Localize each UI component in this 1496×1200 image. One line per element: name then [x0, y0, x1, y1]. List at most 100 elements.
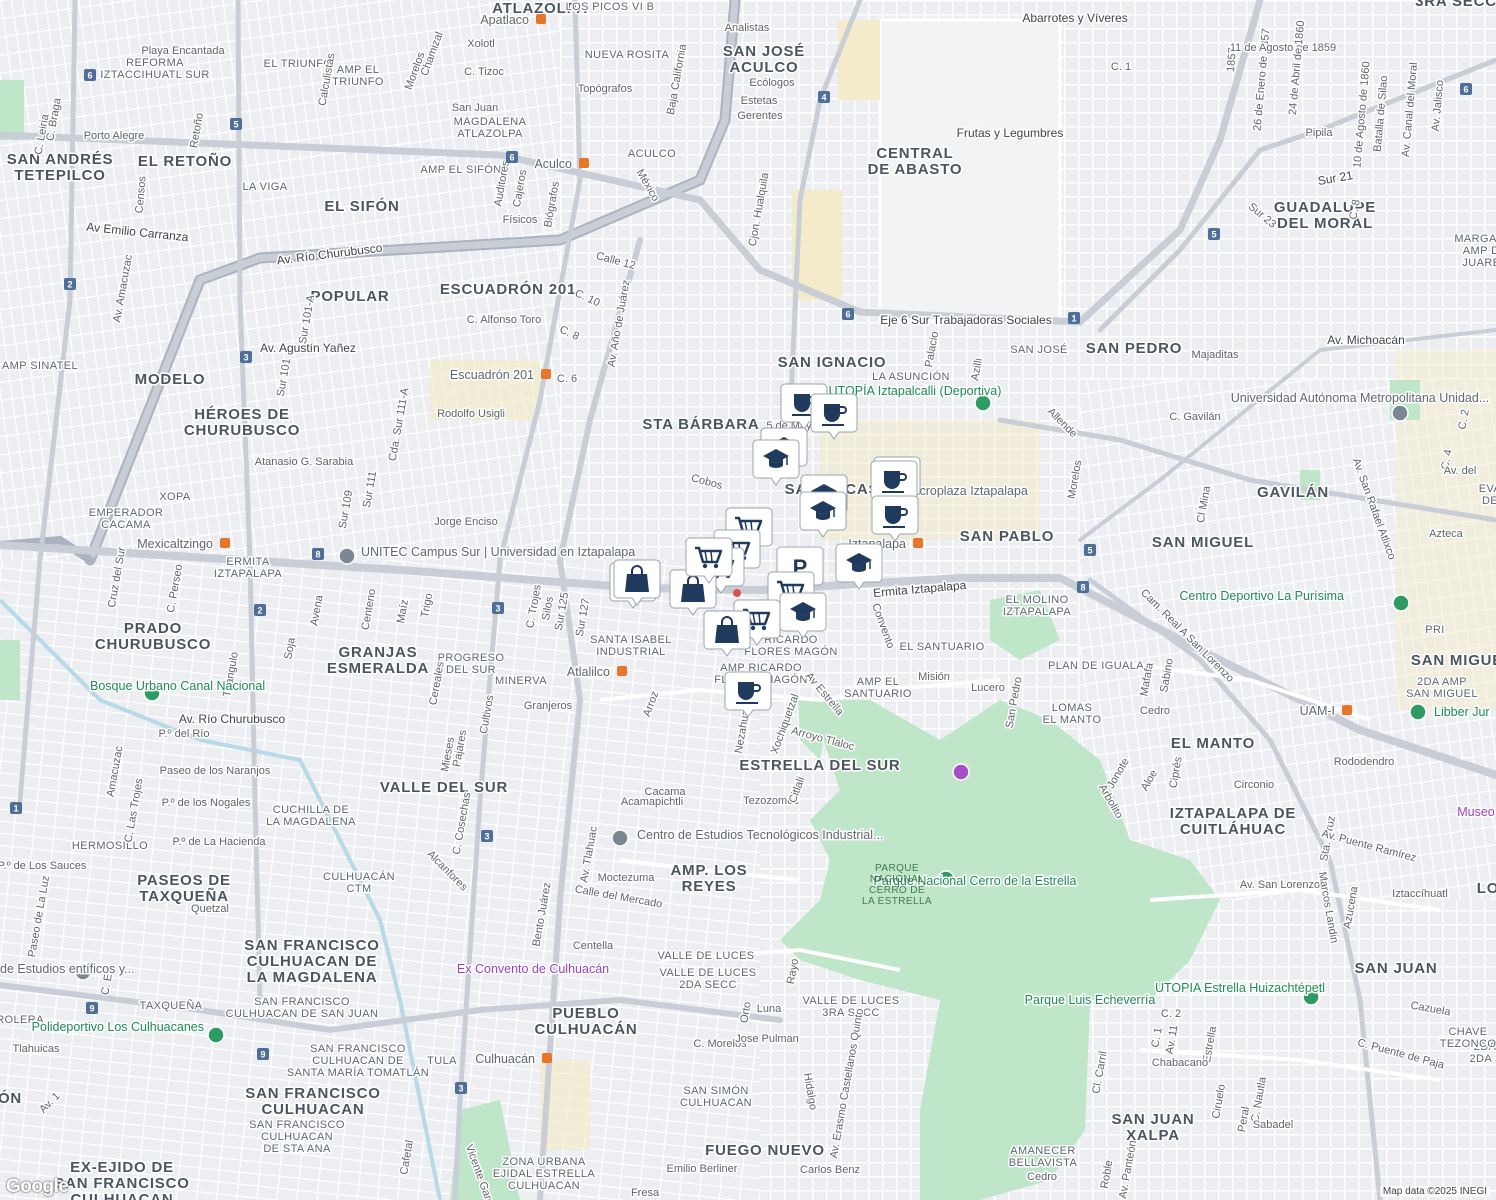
school-label[interactable]: UNITEC Campus Sur | Universidad en Iztap… [360, 544, 637, 561]
street-label: Frutas y Legumbres [957, 126, 1064, 140]
neighborhood-fuego-nuevo: FUEGO NUEVO [705, 1142, 825, 1159]
street-label: Rodolfo Usigli [437, 408, 505, 420]
street-label: Misión [918, 671, 950, 683]
street-label: Rododendro [1334, 756, 1395, 768]
metro-icon[interactable] [913, 538, 923, 548]
neighborhood-popular: POPULAR [311, 288, 390, 305]
google-logo: Google [6, 1176, 69, 1197]
map-attribution[interactable]: Map data ©2025 INEGI [1379, 1186, 1490, 1197]
svg-text:2: 2 [257, 606, 262, 616]
metro-icon[interactable] [536, 14, 546, 24]
neighborhood-on: ÓN [0, 1089, 22, 1107]
street-label: Av. del [1444, 465, 1477, 477]
street-label: Atanasio G. Sarabia [255, 456, 354, 468]
street-label: P.º de los Nogales [162, 797, 251, 809]
school-label[interactable]: Universidad Autónoma Metropolitana Unida… [1229, 390, 1490, 407]
area-label: XOPA [159, 491, 191, 503]
area-label: AMANECER BELLAVISTA [1009, 1145, 1078, 1169]
route-shield: 9 [257, 1048, 269, 1060]
map-canvas[interactable]: ATLAZOLPASAN JOSÉ ACULCOCENTRAL DE ABASTOS… [0, 0, 1496, 1200]
area-label: ZONA URBANA EJIDAL ESTRELLA CULHUACAN [493, 1156, 595, 1192]
marker-pin[interactable] [871, 495, 919, 542]
area-label: SANTA ISABEL INDUSTRIAL [590, 634, 672, 658]
marker-pin[interactable] [703, 610, 751, 657]
marker-pin[interactable] [685, 537, 733, 584]
metro-station-label[interactable]: UAM-I [1298, 703, 1336, 720]
street-label: Jorge Enciso [434, 516, 498, 528]
location-dot[interactable] [733, 589, 741, 597]
area-label: EL SANTUARIO [899, 641, 984, 653]
marker-pin[interactable] [810, 393, 858, 440]
metro-icon[interactable] [579, 158, 589, 168]
route-shield: 9 [86, 1002, 98, 1014]
metro-icon[interactable] [542, 1053, 552, 1063]
marker-pin[interactable] [835, 543, 883, 590]
street-label: Físicos [503, 214, 538, 226]
park-label[interactable]: UTOPIA Estrella Huizachtépetl [1154, 980, 1327, 997]
metro-station-label[interactable]: Mexicaltzingo [136, 536, 215, 553]
metro-icon[interactable] [1342, 705, 1352, 715]
school-icon[interactable] [338, 547, 356, 565]
school-label[interactable]: de Estudios entíficos y... [0, 961, 136, 978]
school-icon[interactable] [611, 829, 629, 847]
street-label: P.º de La Hacienda [172, 836, 266, 848]
area-label: AMP EL TRIUNFO [332, 64, 384, 88]
street-label: Xolotl [467, 38, 495, 50]
street-label: Ecólogos [749, 77, 795, 89]
marker-pin[interactable] [752, 439, 800, 486]
neighborhood-iztapalapa-de-cuitlahuac: IZTAPALAPA DE CUITLÁHUAC [1170, 805, 1297, 838]
metro-icon[interactable] [617, 666, 627, 676]
svg-text:9: 9 [260, 1050, 265, 1060]
street-label: Granjeros [524, 700, 573, 712]
culture-label[interactable]: Museo [1456, 804, 1496, 821]
street-label: Sabadel [1253, 1119, 1293, 1131]
park-label[interactable]: Bosque Urbano Canal Nacional [89, 678, 267, 695]
park-label[interactable]: Polideportivo Los Culhuacanes [30, 1019, 205, 1036]
metro-station-label[interactable]: Apatlaco [479, 12, 531, 29]
marker-pin[interactable] [799, 491, 847, 538]
sports-icon[interactable] [1392, 594, 1410, 612]
route-shield: 3 [240, 351, 252, 363]
street-label: Cedro [1027, 1171, 1057, 1183]
route-shield: 1 [1068, 312, 1080, 324]
culture-label[interactable]: Macroplaza Iztapalapa [901, 483, 1030, 500]
neighborhood-san-francisco-culhuacan-de-la-magdalena: SAN FRANCISCO CULHUACAN DE LA MAGDALENA [244, 937, 379, 986]
park-icon[interactable] [1409, 703, 1427, 721]
marker-pin[interactable] [724, 671, 772, 718]
neighborhood-san-ignacio: SAN IGNACIO [778, 354, 887, 371]
street-label: Centella [573, 940, 614, 952]
street-label: P.º del Río [159, 728, 210, 740]
area-label: LA ASUNCIÓN [872, 370, 950, 383]
street-label: Jose Pulman [735, 1033, 799, 1045]
school-label[interactable]: Centro de Estudios Tecnológicos Industri… [636, 827, 885, 844]
marker-pin[interactable] [613, 559, 661, 606]
metro-icon[interactable] [541, 369, 551, 379]
route-shield: 5 [230, 118, 242, 130]
metro-icon[interactable] [220, 538, 230, 548]
route-shield: 8 [1077, 581, 1089, 593]
metro-station-label[interactable]: Culhuacán [474, 1051, 537, 1068]
street-label: Lucero [971, 682, 1005, 694]
park-icon[interactable] [207, 1026, 225, 1044]
street-label: C. Gavilán [1169, 411, 1220, 423]
park-label[interactable]: Libber Jur [1433, 704, 1492, 721]
svg-text:8: 8 [1080, 583, 1085, 593]
metro-station-label[interactable]: Aculco [533, 156, 574, 173]
metro-station-label[interactable]: Escuadrón 201 [448, 367, 535, 384]
school-icon[interactable] [1391, 404, 1409, 422]
neighborhood-el-retono: EL RETOÑO [138, 152, 232, 170]
street-label: San Juan [452, 102, 498, 114]
route-shield: 2 [254, 604, 266, 616]
neighborhood-gavilan: GAVILÁN [1257, 484, 1329, 501]
sports-label[interactable]: Centro Deportivo La Purísima [1178, 588, 1346, 605]
metro-station-label[interactable]: Atlalilco [565, 664, 611, 681]
museum-icon[interactable] [952, 763, 970, 781]
street-label: Chabacano [1152, 1057, 1208, 1069]
marker-pin[interactable] [779, 592, 827, 639]
culture-label[interactable]: Ex Convento de Culhuacán [455, 961, 610, 978]
neighborhood-estrella-del-sur: ESTRELLA DEL SUR [739, 757, 900, 774]
street-label: Cedro [1140, 705, 1170, 717]
route-shield: 3 [455, 1082, 467, 1094]
svg-text:6: 6 [845, 310, 850, 320]
park-label[interactable]: Parque Luis Echeverría [1023, 992, 1157, 1009]
